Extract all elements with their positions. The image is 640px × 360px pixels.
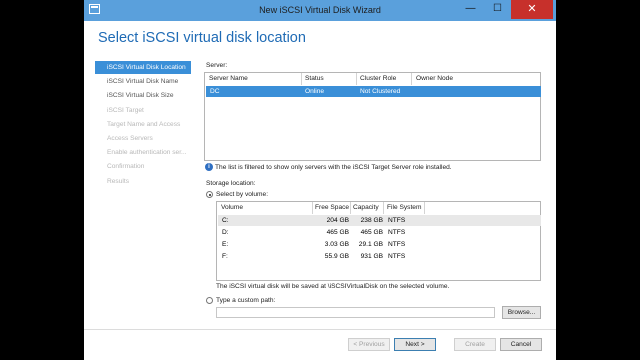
file-system-cell: NTFS	[388, 253, 406, 260]
free-space-cell: 3.03 GB	[324, 241, 349, 248]
col-cluster-role[interactable]: Cluster Role	[360, 75, 396, 82]
nav-item-authentication: Enable authentication ser...	[107, 149, 187, 157]
col-volume[interactable]: Volume	[221, 204, 243, 211]
next-button[interactable]: Next >	[394, 338, 436, 351]
free-space-cell: 55.9 GB	[324, 253, 349, 260]
wizard-nav: iSCSI Virtual Disk Location iSCSI Virtua…	[95, 61, 191, 189]
page-title: Select iSCSI virtual disk location	[98, 30, 306, 46]
custom-path-input[interactable]	[216, 307, 495, 318]
server-list-header: Server Name Status Cluster Role Owner No…	[205, 73, 540, 85]
nav-item-disk-size[interactable]: iSCSI Virtual Disk Size	[95, 89, 191, 102]
custom-path-radio[interactable]	[206, 297, 213, 304]
footer-divider	[84, 329, 556, 330]
file-system-cell: NTFS	[388, 217, 406, 224]
volume-cell: C:	[222, 217, 229, 224]
info-icon: i	[205, 163, 213, 171]
browse-button[interactable]: Browse...	[502, 306, 541, 319]
server-label: Server:	[206, 62, 228, 69]
capacity-cell: 931 GB	[360, 253, 383, 260]
server-cluster-cell: Not Clustered	[360, 88, 401, 95]
custom-path-label[interactable]: Type a custom path:	[216, 297, 275, 304]
column-divider	[383, 202, 384, 214]
volume-row[interactable]: C: 204 GB 238 GB NTFS	[218, 215, 541, 226]
volume-row[interactable]: F: 55.9 GB 931 GB NTFS	[218, 251, 541, 262]
capacity-cell: 465 GB	[360, 229, 383, 236]
volume-list[interactable]: Volume Free Space Capacity File System C…	[216, 201, 541, 281]
nav-item-disk-name[interactable]: iSCSI Virtual Disk Name	[95, 75, 191, 88]
capacity-cell: 29.1 GB	[358, 241, 383, 248]
volume-cell: E:	[222, 241, 229, 248]
filter-info-text: The list is filtered to show only server…	[215, 164, 452, 171]
column-divider	[424, 202, 425, 214]
free-space-cell: 465 GB	[326, 229, 349, 236]
capacity-cell: 238 GB	[360, 217, 383, 224]
volume-cell: F:	[222, 253, 228, 260]
col-status[interactable]: Status	[305, 75, 324, 82]
nav-item-confirmation: Confirmation	[107, 163, 145, 171]
cancel-button[interactable]: Cancel	[500, 338, 542, 351]
storage-location-label: Storage location:	[206, 180, 256, 187]
column-divider	[356, 73, 357, 85]
column-divider	[301, 73, 302, 85]
previous-button[interactable]: < Previous	[348, 338, 390, 351]
nav-item-target-name: Target Name and Access	[107, 120, 181, 128]
select-by-volume-label[interactable]: Select by volume:	[216, 191, 268, 198]
column-divider	[312, 202, 313, 214]
col-server-name[interactable]: Server Name	[209, 75, 248, 82]
nav-item-results: Results	[107, 177, 129, 185]
free-space-cell: 204 GB	[326, 217, 349, 224]
select-by-volume-radio[interactable]	[206, 191, 213, 198]
server-name-cell: DC	[210, 88, 220, 95]
title-bar: New iSCSI Virtual Disk Wizard — ☐ ✕	[84, 0, 556, 21]
server-status-cell: Online	[305, 88, 325, 95]
save-location-note: The iSCSI virtual disk will be saved at …	[216, 283, 450, 290]
column-divider	[411, 73, 412, 85]
col-free-space[interactable]: Free Space	[315, 204, 349, 211]
volume-list-header: Volume Free Space Capacity File System	[217, 202, 540, 214]
maximize-button[interactable]: ☐	[484, 0, 511, 19]
minimize-button[interactable]: —	[457, 0, 484, 19]
volume-row[interactable]: D: 465 GB 465 GB NTFS	[218, 227, 541, 238]
col-owner-node[interactable]: Owner Node	[416, 75, 453, 82]
nav-item-iscsi-target: iSCSI Target	[107, 106, 144, 114]
file-system-cell: NTFS	[388, 241, 406, 248]
server-list[interactable]: Server Name Status Cluster Role Owner No…	[204, 72, 541, 161]
file-system-cell: NTFS	[388, 229, 406, 236]
close-button[interactable]: ✕	[511, 0, 553, 19]
create-button[interactable]: Create	[454, 338, 496, 351]
nav-item-access-servers: Access Servers	[107, 134, 153, 142]
nav-item-disk-location[interactable]: iSCSI Virtual Disk Location	[95, 61, 191, 74]
col-capacity[interactable]: Capacity	[353, 204, 379, 211]
volume-cell: D:	[222, 229, 229, 236]
volume-row[interactable]: E: 3.03 GB 29.1 GB NTFS	[218, 239, 541, 250]
wizard-window: New iSCSI Virtual Disk Wizard — ☐ ✕ Sele…	[84, 0, 556, 360]
column-divider	[350, 202, 351, 214]
col-file-system[interactable]: File System	[387, 204, 421, 211]
server-row[interactable]: DC Online Not Clustered	[206, 86, 541, 97]
